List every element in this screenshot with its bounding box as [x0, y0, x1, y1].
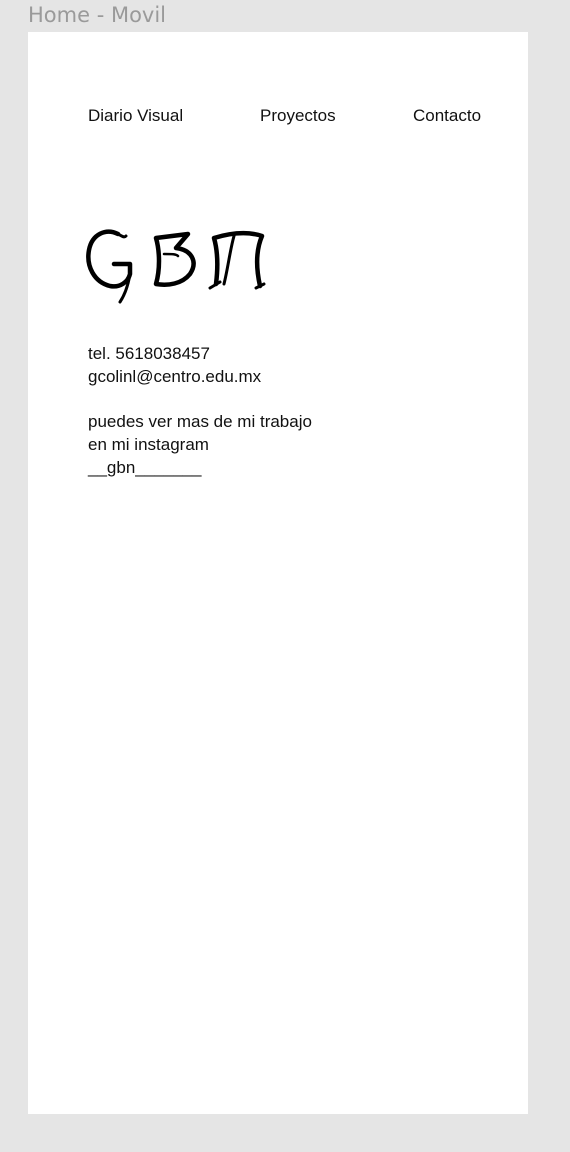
instagram-handle[interactable]: __gbn_______	[88, 456, 312, 479]
contact-info: tel. 5618038457 gcolinl@centro.edu.mx pu…	[88, 342, 312, 479]
phone-text: tel. 5618038457	[88, 344, 210, 363]
top-navigation: Diario Visual Proyectos Contacto	[28, 104, 528, 128]
gbn-logo	[84, 224, 270, 308]
gbn-logo-icon	[86, 229, 266, 304]
email-link[interactable]: gcolinl@centro.edu.mx	[88, 365, 312, 388]
instagram-text-line-1: puedes ver mas de mi trabajo	[88, 412, 312, 431]
frame-title: Home - Movil	[28, 3, 167, 27]
nav-item-diario-visual[interactable]: Diario Visual	[88, 104, 183, 128]
page-frame: Diario Visual Proyectos Contacto tel. 56…	[28, 32, 528, 1114]
nav-item-contacto[interactable]: Contacto	[413, 104, 481, 128]
instagram-text-line-2: en mi instagram	[88, 435, 209, 454]
nav-item-proyectos[interactable]: Proyectos	[260, 104, 336, 128]
